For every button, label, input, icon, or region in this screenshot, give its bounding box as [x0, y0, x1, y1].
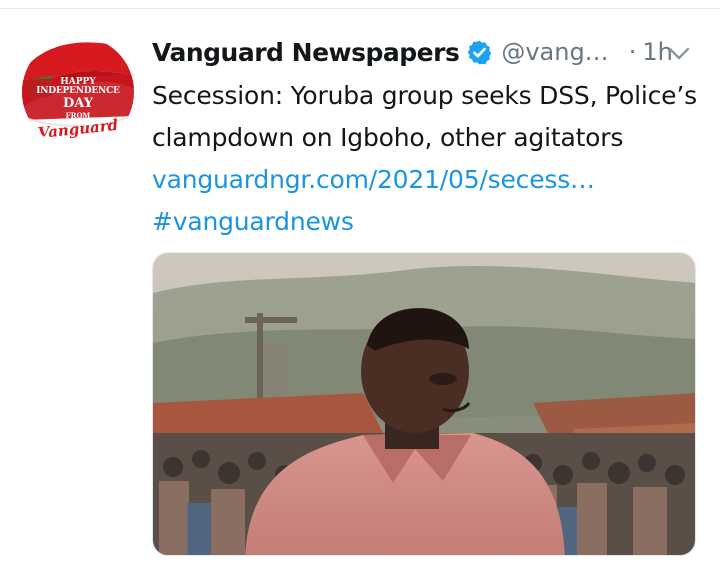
tweet-photo[interactable] — [152, 252, 696, 556]
tweet-body: Secession: Yoruba group seeks DSS, Polic… — [152, 75, 712, 243]
tweet-text-line: clampdown on Igboho, other agitators — [152, 123, 624, 152]
hashtag-link[interactable]: #vanguardnews — [152, 201, 712, 243]
separator-dot: · — [628, 38, 637, 66]
tweet-text-line: Secession: Yoruba group seeks DSS, Polic… — [152, 81, 697, 110]
avatar-text-day: DAY — [63, 96, 93, 111]
display-name[interactable]: Vanguard Newspapers — [152, 38, 460, 67]
verified-badge-icon — [466, 39, 493, 66]
tweet-header: Vanguard Newspapers @vang… · 1h — [152, 32, 700, 72]
avatar[interactable]: HAPPY INDEPENDENCE DAY FROM Vanguard — [22, 36, 134, 148]
top-divider — [0, 8, 720, 9]
news-photo — [153, 253, 695, 555]
article-link[interactable]: vanguardngr.com/2021/05/secess… — [152, 159, 712, 201]
chevron-down-icon[interactable] — [664, 38, 694, 68]
avatar-text-independence: INDEPENDENCE — [36, 86, 120, 96]
user-handle[interactable]: @vang… — [501, 38, 608, 66]
